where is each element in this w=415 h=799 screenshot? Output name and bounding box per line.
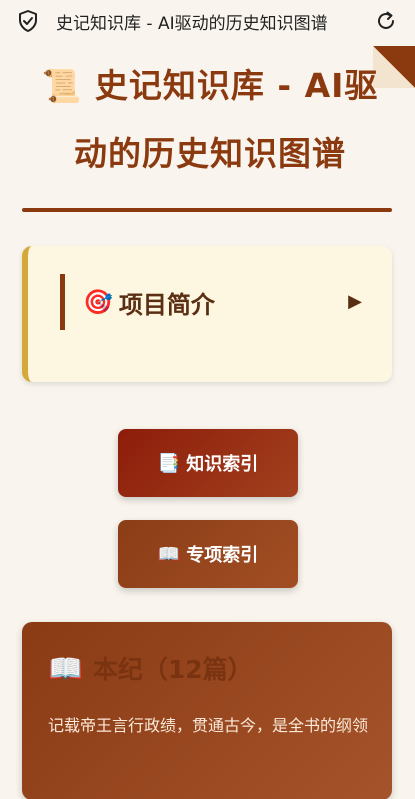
section-title-text: 本纪（12篇）	[92, 655, 253, 684]
knowledge-index-label: 知识索引	[186, 454, 259, 475]
reload-icon[interactable]	[374, 9, 398, 33]
special-index-label: 专项索引	[186, 545, 259, 566]
bookmark-tabs-icon: 📑	[157, 452, 181, 474]
intro-card[interactable]: 🎯 项目简介 ▶	[22, 246, 392, 382]
shield-icon[interactable]	[18, 10, 38, 32]
section-card-benji[interactable]: 📖 本纪（12篇） 记载帝王言行政绩，贯通古今，是全书的纲领	[22, 622, 392, 799]
open-book-icon: 📖	[157, 543, 181, 565]
open-book-icon: 📖	[48, 651, 83, 685]
knowledge-index-button[interactable]: 📑 知识索引	[118, 429, 298, 497]
special-index-button[interactable]: 📖 专项索引	[118, 520, 298, 588]
page-title: 📜 史记知识库 - AI驱动的历史知识图谱	[30, 52, 390, 188]
scroll-icon: 📜	[41, 67, 83, 105]
browser-bar: 史记知识库 - AI驱动的历史知识图谱	[0, 0, 415, 42]
intro-header: 🎯 项目简介	[60, 274, 215, 330]
target-icon: 🎯	[83, 288, 113, 316]
expand-arrow-icon[interactable]: ▶	[348, 291, 362, 312]
tab-title: 史记知识库 - AI驱动的历史知识图谱	[56, 14, 328, 34]
title-divider	[22, 208, 392, 212]
section-description: 记载帝王言行政绩，贯通古今，是全书的纲领	[48, 716, 369, 735]
section-title: 📖 本纪（12篇）	[48, 650, 253, 686]
page-title-text: 史记知识库 - AI驱动的历史知识图谱	[74, 66, 379, 173]
intro-label: 项目简介	[118, 290, 215, 319]
